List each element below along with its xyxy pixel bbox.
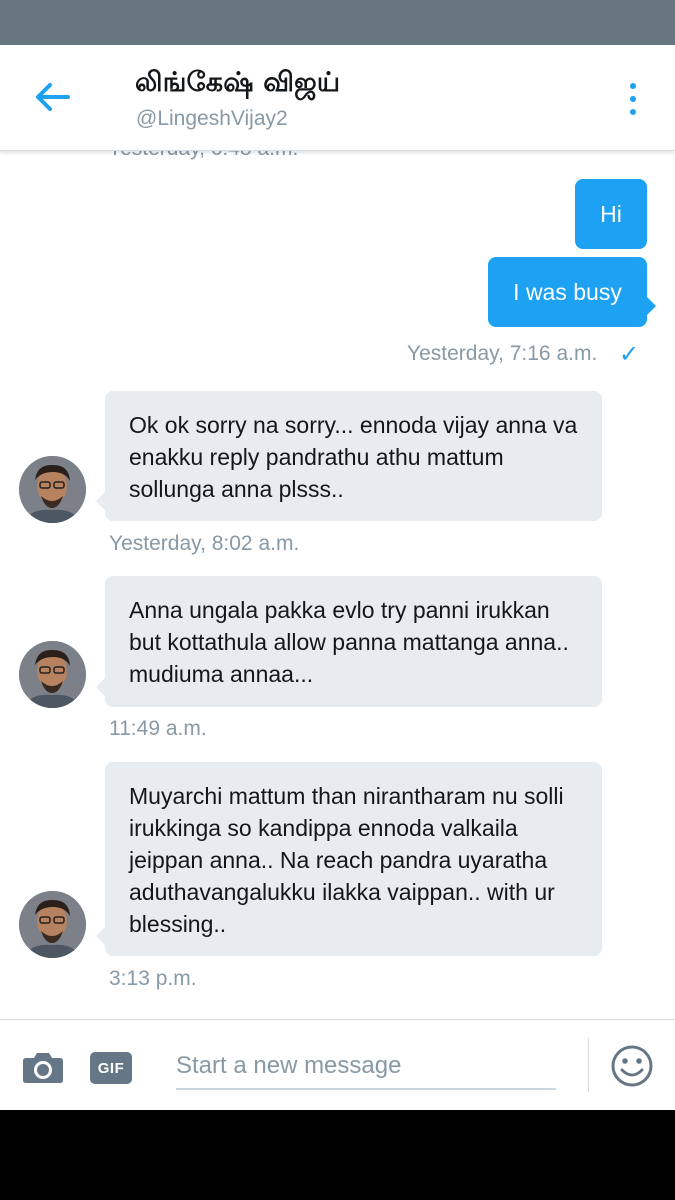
conversation-header: லிங்கேஷ் விஜய் @LingeshVijay2 xyxy=(0,45,675,151)
message-thread[interactable]: Yesterday, 6:48 a.m. Hi I was busy Yeste… xyxy=(0,151,675,1019)
divider xyxy=(588,1038,589,1092)
bubble-tail xyxy=(96,491,106,511)
avatar[interactable] xyxy=(19,456,86,523)
system-nav-bar xyxy=(0,1110,675,1200)
message-timestamp: Yesterday, 6:48 a.m. xyxy=(108,151,298,161)
contact-name: லிங்கேஷ் விஜய் xyxy=(135,67,341,98)
message-text: Hi xyxy=(600,201,622,227)
status-bar xyxy=(0,0,675,45)
bubble-tail xyxy=(96,926,106,946)
back-button[interactable] xyxy=(28,75,76,119)
message-text: I was busy xyxy=(513,279,622,305)
message-text: Ok ok sorry na sorry... ennoda vijay ann… xyxy=(129,412,578,502)
smiley-icon xyxy=(611,1045,653,1087)
gif-button[interactable]: GIF xyxy=(90,1052,132,1084)
outgoing-message[interactable]: Hi xyxy=(575,179,647,249)
bubble-tail xyxy=(646,296,656,316)
message-text: Anna ungala pakka evlo try panni irukkan… xyxy=(129,597,569,687)
contact-handle: @LingeshVijay2 xyxy=(136,107,288,130)
message-timestamp: 3:13 p.m. xyxy=(109,967,197,990)
checkmark-icon: ✓ xyxy=(619,341,640,368)
camera-button[interactable] xyxy=(22,1050,64,1084)
avatar[interactable] xyxy=(19,891,86,958)
avatar[interactable] xyxy=(19,641,86,708)
message-text: Muyarchi mattum than nirantharam nu soll… xyxy=(129,783,564,937)
camera-icon xyxy=(23,1053,63,1083)
message-timestamp: Yesterday, 8:02 a.m. xyxy=(109,532,300,555)
more-options-button[interactable] xyxy=(618,79,648,119)
gif-label: GIF xyxy=(97,1059,125,1077)
incoming-message[interactable]: Ok ok sorry na sorry... ennoda vijay ann… xyxy=(105,391,602,521)
outgoing-message[interactable]: I was busy xyxy=(488,257,647,327)
incoming-message[interactable]: Anna ungala pakka evlo try panni irukkan… xyxy=(105,576,602,707)
incoming-message[interactable]: Muyarchi mattum than nirantharam nu soll… xyxy=(105,762,602,956)
message-composer: GIF xyxy=(0,1019,675,1110)
emoji-button[interactable] xyxy=(610,1044,654,1088)
message-timestamp: Yesterday, 7:16 a.m. xyxy=(407,342,598,365)
message-timestamp: 11:49 a.m. xyxy=(109,717,207,740)
arrow-left-icon xyxy=(36,83,70,111)
bubble-tail xyxy=(96,677,106,697)
message-input[interactable] xyxy=(176,1044,556,1090)
dm-conversation-screen: லிங்கேஷ் விஜய் @LingeshVijay2 Yesterday,… xyxy=(0,45,675,1110)
